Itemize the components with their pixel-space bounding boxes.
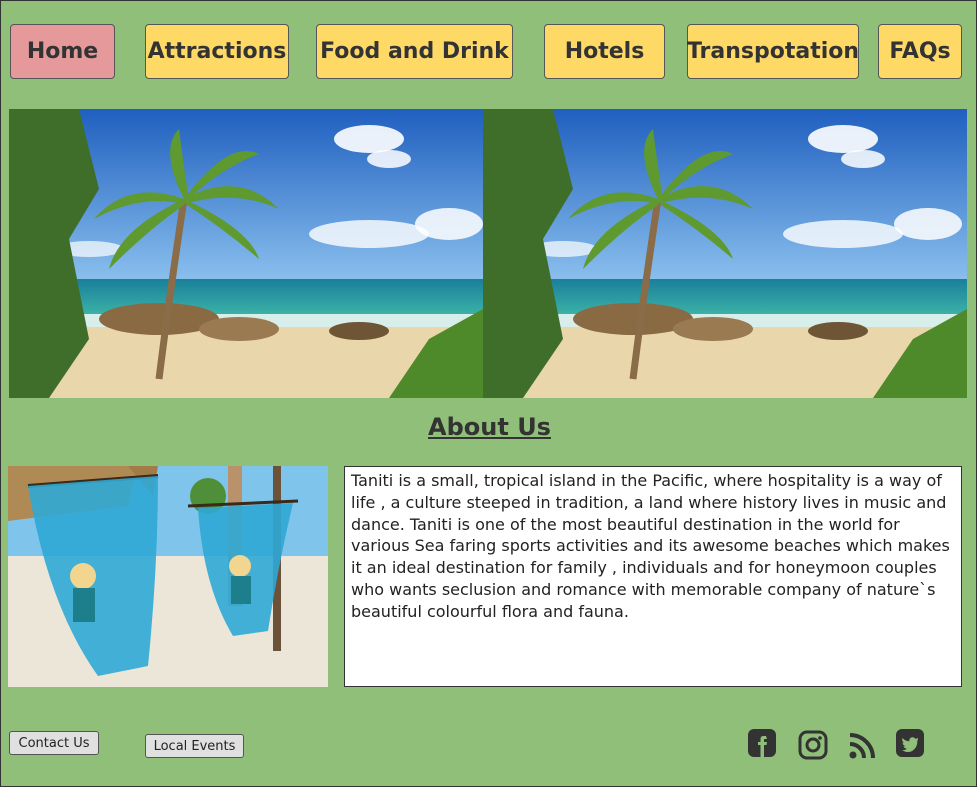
nav-hotels-button[interactable]: Hotels — [544, 24, 665, 79]
twitter-icon[interactable] — [895, 728, 925, 758]
about-us-text: Taniti is a small, tropical island in th… — [351, 471, 950, 621]
facebook-icon[interactable] — [747, 728, 777, 758]
nav-hotels-label: Hotels — [564, 39, 645, 64]
nav-transportation-label: Transpotation — [686, 39, 860, 64]
beach-image-left — [9, 109, 483, 398]
nav-home-button[interactable]: Home — [10, 24, 115, 79]
nav-home-label: Home — [26, 39, 99, 64]
instagram-icon[interactable] — [798, 730, 828, 760]
hero-banner — [9, 109, 967, 398]
contact-us-button[interactable]: Contact Us — [9, 731, 99, 755]
nav-attractions-button[interactable]: Attractions — [145, 24, 289, 79]
about-us-text-box: Taniti is a small, tropical island in th… — [344, 466, 962, 687]
local-events-button[interactable]: Local Events — [145, 734, 244, 758]
nav-transportation-button[interactable]: Transpotation — [687, 24, 859, 79]
rss-icon[interactable] — [847, 731, 877, 761]
nav-faqs-label: FAQs — [889, 39, 951, 64]
nav-faqs-button[interactable]: FAQs — [878, 24, 962, 79]
hammock-photo — [8, 466, 328, 687]
beach-image-right — [483, 109, 967, 398]
nav-food-label: Food and Drink — [320, 39, 509, 64]
local-events-label: Local Events — [153, 738, 236, 754]
about-us-heading: About Us — [428, 413, 551, 441]
contact-us-label: Contact Us — [18, 735, 90, 751]
nav-attractions-label: Attractions — [147, 39, 287, 64]
nav-food-and-drink-button[interactable]: Food and Drink — [316, 24, 513, 79]
